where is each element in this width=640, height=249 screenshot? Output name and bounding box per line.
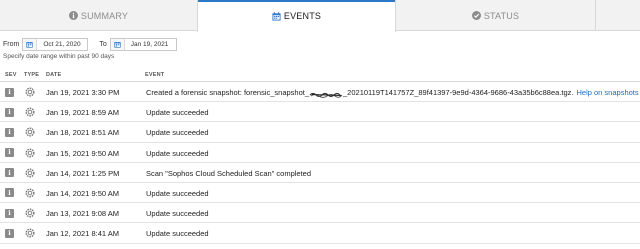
tab-bar: SUMMARY EVENTS STATUS — [0, 0, 640, 32]
redaction-scribble — [309, 91, 343, 98]
to-date-input[interactable]: Jan 19, 2021 — [109, 37, 177, 51]
table-row[interactable]: i Jan 14, 2021 9:50 AM Update succeeded — [0, 183, 640, 204]
column-header-type[interactable]: TYPE — [24, 72, 39, 78]
to-date-value: Jan 19, 2021 — [130, 40, 169, 48]
event-date: Jan 12, 2021 8:41 AM — [46, 229, 119, 239]
event-text: Created a forensic snapshot: forensic_sn… — [146, 88, 639, 98]
info-severity-icon: i — [5, 87, 14, 97]
event-date: Jan 19, 2021 3:30 PM — [46, 88, 120, 97]
info-severity-icon: i — [5, 168, 14, 178]
tab-summary-label: SUMMARY — [80, 10, 129, 21]
table-row[interactable]: i Jan 12, 2021 8:41 AM Update succeeded — [0, 223, 640, 244]
event-text: Update succeeded — [146, 209, 209, 219]
gear-icon — [25, 228, 35, 238]
event-date: Jan 14, 2021 9:50 AM — [46, 188, 119, 198]
event-text: Update succeeded — [146, 148, 209, 158]
from-label: From — [3, 40, 20, 48]
help-on-snapshots-link[interactable]: Help on snapshots — [577, 88, 639, 97]
from-date-input[interactable]: Oct 21, 2020 — [22, 37, 89, 51]
info-severity-icon: i — [5, 208, 14, 218]
tab-status[interactable]: STATUS — [396, 0, 596, 31]
event-date: Jan 15, 2021 9:50 AM — [46, 148, 119, 158]
event-date: Jan 13, 2021 9:08 AM — [46, 209, 119, 219]
event-text: Update succeeded — [146, 188, 209, 198]
gear-icon — [25, 208, 35, 218]
table-row[interactable]: i Jan 19, 2021 8:59 AM Update succeeded — [0, 102, 640, 123]
event-date: Jan 14, 2021 1:25 PM — [46, 168, 120, 178]
gear-icon — [25, 127, 35, 137]
events-table-header: SEV TYPE DATE EVENT — [0, 68, 640, 82]
tab-status-label: STATUS — [483, 10, 520, 21]
event-date: Jan 18, 2021 8:51 AM — [46, 128, 119, 138]
calendar-icon[interactable] — [110, 38, 125, 50]
column-header-date[interactable]: DATE — [46, 72, 61, 78]
event-date: Jan 19, 2021 8:59 AM — [46, 108, 119, 118]
date-range-hint: Specify date range within past 90 days — [3, 53, 115, 60]
events-table-body: i Jan 19, 2021 3:30 PM Created a forensi… — [0, 82, 640, 244]
date-range-filter: From Oct 21, 2020 To Jan 19, 2021 — [3, 37, 177, 51]
gear-icon — [25, 87, 35, 97]
column-header-sev[interactable]: SEV — [5, 72, 17, 78]
event-text: Scan "Sophos Cloud Scheduled Scan" compl… — [146, 168, 312, 178]
info-severity-icon: i — [5, 148, 14, 158]
tab-summary[interactable]: SUMMARY — [0, 0, 197, 31]
event-text: Update succeeded — [146, 128, 209, 138]
table-row[interactable]: i Jan 13, 2021 9:08 AM Update succeeded — [0, 203, 640, 224]
tab-events[interactable]: EVENTS — [197, 0, 396, 32]
calendar-icon — [272, 11, 281, 21]
event-text-prefix: Created a forensic snapshot: forensic_sn… — [146, 88, 310, 97]
table-row[interactable]: i Jan 14, 2021 1:25 PM Scan "Sophos Clou… — [0, 163, 640, 183]
info-severity-icon: i — [5, 188, 14, 198]
column-header-event[interactable]: EVENT — [145, 72, 164, 78]
gear-icon — [25, 188, 35, 198]
table-row[interactable]: i Jan 19, 2021 3:30 PM Created a forensi… — [0, 82, 640, 103]
tab-events-label: EVENTS — [283, 11, 322, 21]
gear-icon — [25, 168, 35, 178]
table-row[interactable]: i Jan 15, 2021 9:50 AM Update succeeded — [0, 143, 640, 163]
to-label: To — [99, 40, 107, 48]
info-severity-icon: i — [5, 107, 14, 117]
info-circle-icon — [68, 11, 78, 20]
check-circle-icon — [471, 11, 481, 20]
from-date-value: Oct 21, 2020 — [43, 40, 81, 48]
event-text-suffix: _20210119T141757Z_89f41397-9e9d-4364-968… — [343, 88, 574, 97]
calendar-icon[interactable] — [23, 38, 38, 50]
event-text: Update succeeded — [146, 229, 209, 239]
table-row[interactable]: i Jan 18, 2021 8:51 AM Update succeeded — [0, 122, 640, 143]
info-severity-icon: i — [5, 228, 14, 238]
event-text: Update succeeded — [146, 108, 209, 118]
info-severity-icon: i — [5, 127, 14, 137]
gear-icon — [25, 148, 35, 158]
gear-icon — [25, 107, 35, 117]
